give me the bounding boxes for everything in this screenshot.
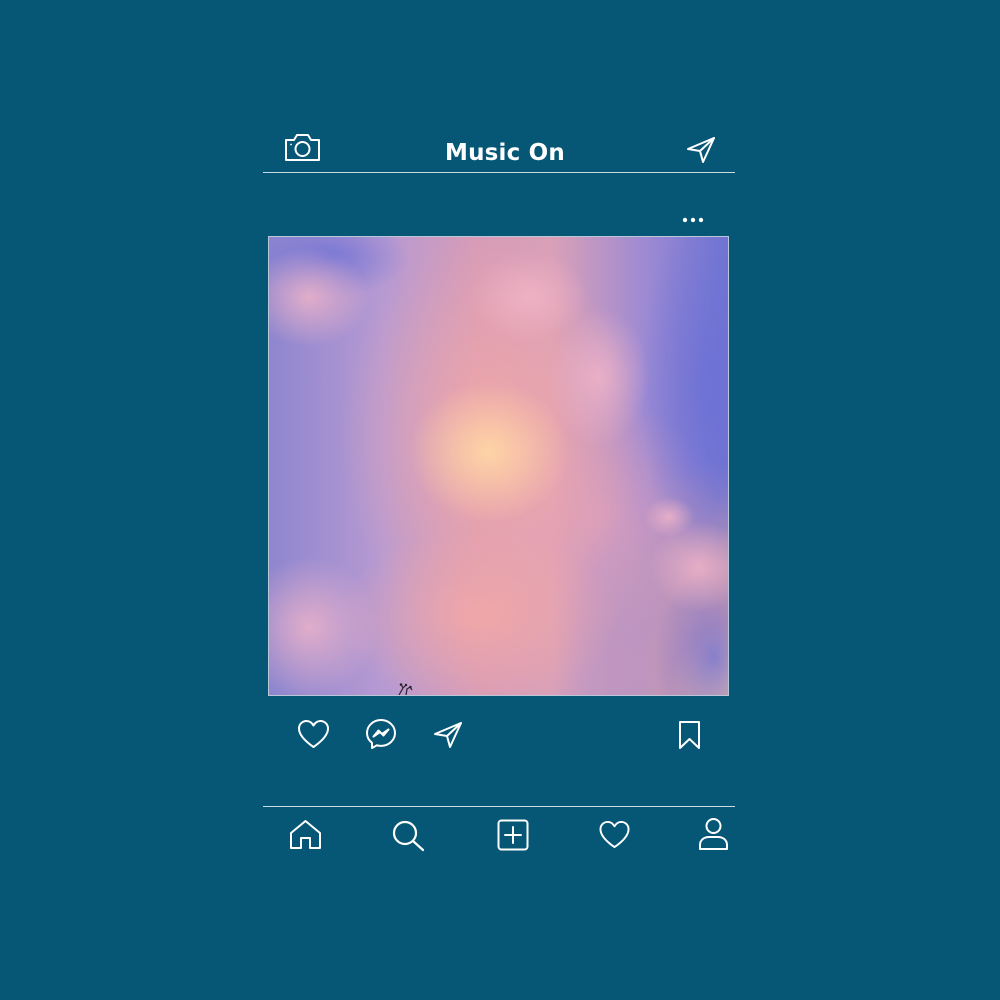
app-frame: Music On (0, 0, 1000, 1000)
camera-icon[interactable] (283, 132, 322, 163)
add-post-icon[interactable] (497, 819, 529, 851)
heart-icon[interactable] (297, 719, 330, 750)
activity-heart-icon[interactable] (598, 820, 631, 850)
header-divider (263, 172, 735, 173)
home-icon[interactable] (289, 819, 322, 850)
bottom-nav-divider (263, 806, 735, 807)
bookmark-icon[interactable] (678, 720, 701, 750)
cloud-texture (269, 237, 728, 695)
more-options-icon[interactable] (682, 216, 704, 224)
twig-silhouette (398, 683, 413, 695)
page-title: Music On (444, 140, 565, 166)
messenger-icon[interactable] (365, 718, 397, 750)
post-photo[interactable] (268, 236, 729, 696)
share-icon[interactable] (433, 721, 463, 749)
search-icon[interactable] (392, 820, 425, 852)
send-icon[interactable] (686, 136, 716, 164)
profile-icon[interactable] (698, 817, 729, 851)
